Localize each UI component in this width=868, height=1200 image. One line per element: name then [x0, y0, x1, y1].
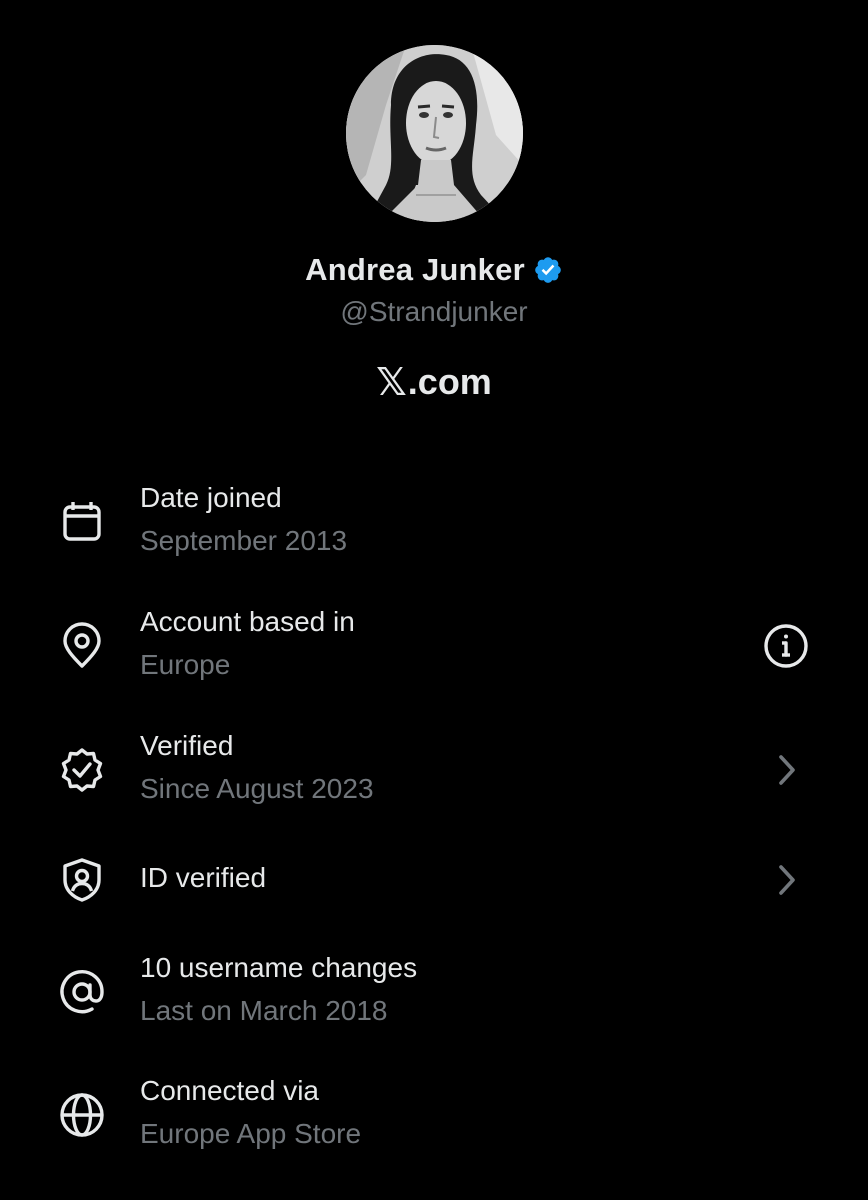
calendar-icon: [58, 498, 106, 546]
location-pin-icon: [58, 622, 106, 670]
profile-name-row: Andrea Junker: [0, 250, 868, 290]
profile-handle: @Strandjunker: [340, 296, 528, 327]
about-row-title: Date joined: [140, 482, 282, 513]
about-row-title: Connected via: [140, 1075, 320, 1106]
id-shield-icon: [58, 856, 106, 904]
site-label: 𝕏 .com: [0, 360, 868, 404]
verified-seal-icon: [58, 746, 106, 794]
chevron-right-icon[interactable]: [762, 746, 810, 794]
profile-avatar[interactable]: [346, 45, 523, 222]
about-row-title: 10 username changes: [140, 952, 418, 983]
about-row-date-joined: Date joined September 2013: [0, 478, 868, 568]
about-row-subtitle: Since August 2023: [140, 773, 374, 804]
about-row-subtitle: Europe App Store: [140, 1118, 362, 1149]
info-icon[interactable]: [762, 622, 810, 670]
x-logo-glyph: 𝕏: [376, 360, 407, 404]
about-row-title: Account based in: [140, 606, 355, 637]
about-row-connected-via: Connected via Europe App Store: [0, 1071, 868, 1161]
about-row-account-based-in: Account based in Europe: [0, 602, 868, 692]
about-row-subtitle: September 2013: [140, 525, 348, 556]
about-row-title: Verified: [140, 730, 234, 761]
about-row-verified[interactable]: Verified Since August 2023: [0, 726, 868, 816]
at-sign-icon: [58, 968, 106, 1016]
display-name: Andrea Junker: [305, 252, 525, 287]
about-row-subtitle: Last on March 2018: [140, 995, 388, 1026]
chevron-right-icon[interactable]: [762, 856, 810, 904]
avatar-photo: [346, 45, 523, 222]
site-suffix: .com: [407, 361, 492, 402]
about-row-username-changes: 10 username changes Last on March 2018: [0, 948, 868, 1038]
about-row-subtitle: Europe: [140, 649, 231, 680]
globe-icon: [58, 1091, 106, 1139]
verified-badge-icon[interactable]: [533, 255, 563, 285]
about-row-id-verified[interactable]: ID verified: [0, 838, 868, 928]
about-row-title: ID verified: [140, 862, 267, 893]
